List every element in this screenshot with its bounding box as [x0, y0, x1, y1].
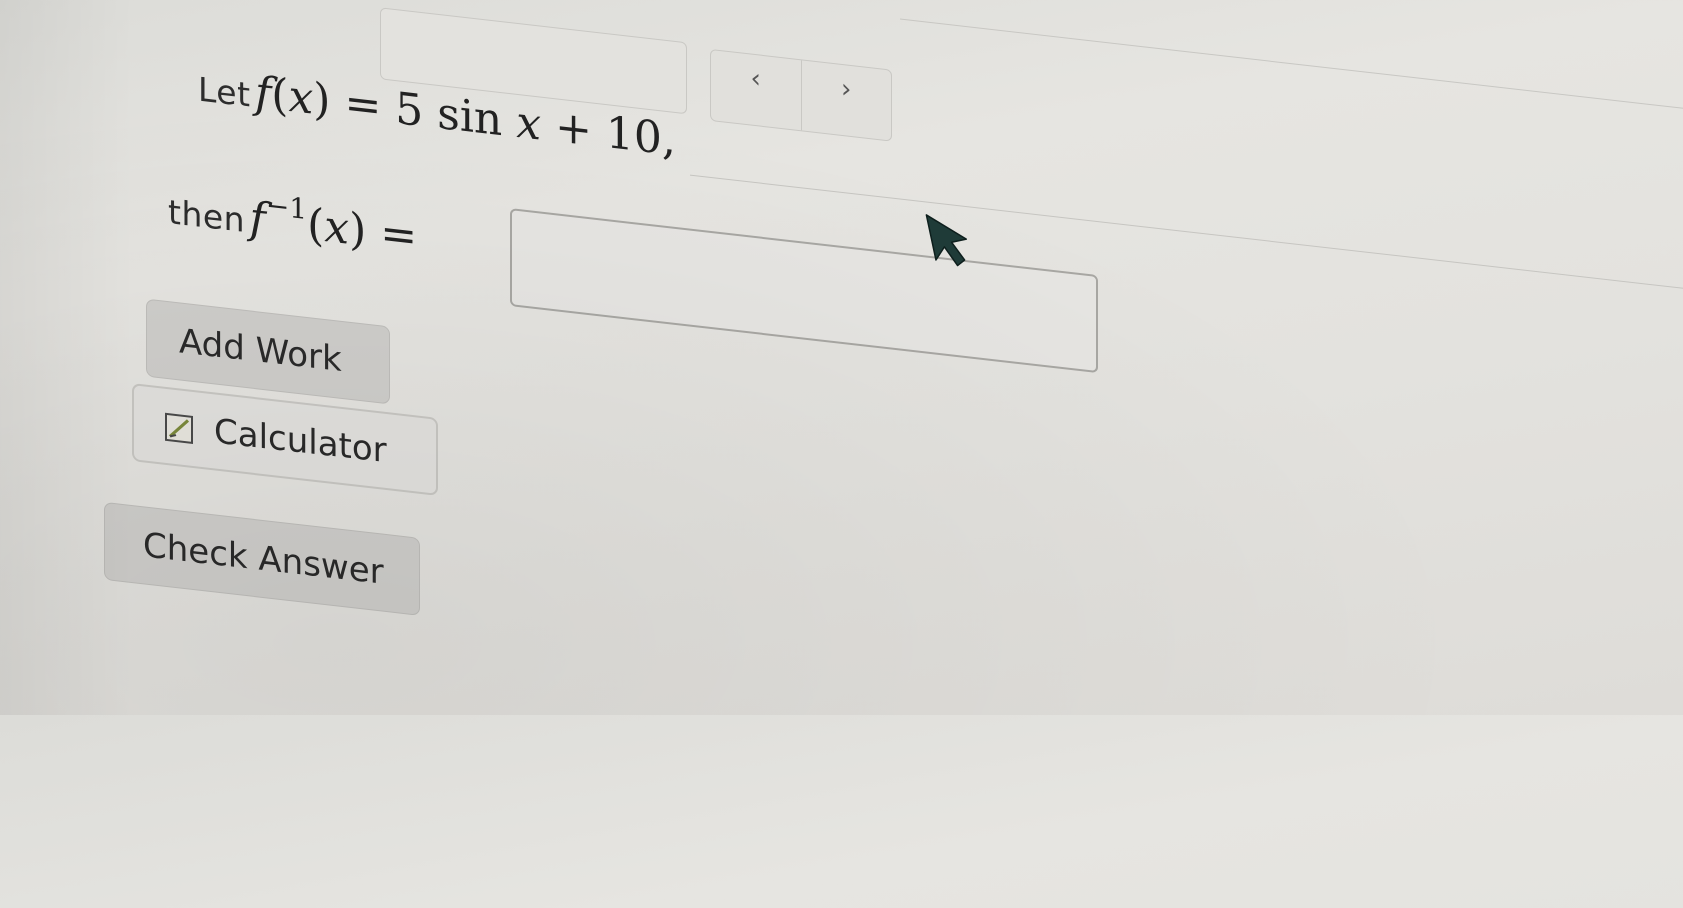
question-lead-then: then — [168, 192, 246, 240]
inverse-variable: x — [324, 200, 350, 255]
question-line-inverse: then f−1(x) = — [168, 177, 417, 262]
function-variable-second: x — [516, 96, 542, 151]
inverse-function-name: f — [249, 192, 266, 246]
calculator-label: Calculator — [214, 411, 387, 472]
calculator-button[interactable]: Calculator — [132, 383, 438, 496]
function-name: f — [255, 67, 272, 120]
answer-input[interactable] — [510, 208, 1098, 374]
calculator-icon — [164, 411, 194, 444]
inverse-function-expression: f−1(x) = — [249, 188, 418, 263]
inverse-exponent: −1 — [265, 188, 308, 226]
check-answer-button[interactable]: Check Answer — [104, 501, 420, 616]
inverse-expression-tail: ) = — [349, 203, 418, 263]
function-open-paren: ( — [271, 68, 289, 122]
function-variable: x — [288, 70, 314, 125]
question-navigation: ‹ › — [710, 48, 892, 142]
add-work-label: Add Work — [179, 321, 342, 380]
question-lead-let: Let — [198, 69, 251, 115]
previous-question-button[interactable]: ‹ — [711, 50, 801, 130]
inverse-open-paren: ( — [307, 198, 325, 252]
divider-line-top — [900, 18, 1683, 110]
check-answer-label: Check Answer — [143, 525, 384, 593]
question-panel: ‹ › Let f(x) = 5 sin x + 10, then f−1(x)… — [0, 0, 1683, 907]
next-question-button[interactable]: › — [800, 60, 891, 141]
